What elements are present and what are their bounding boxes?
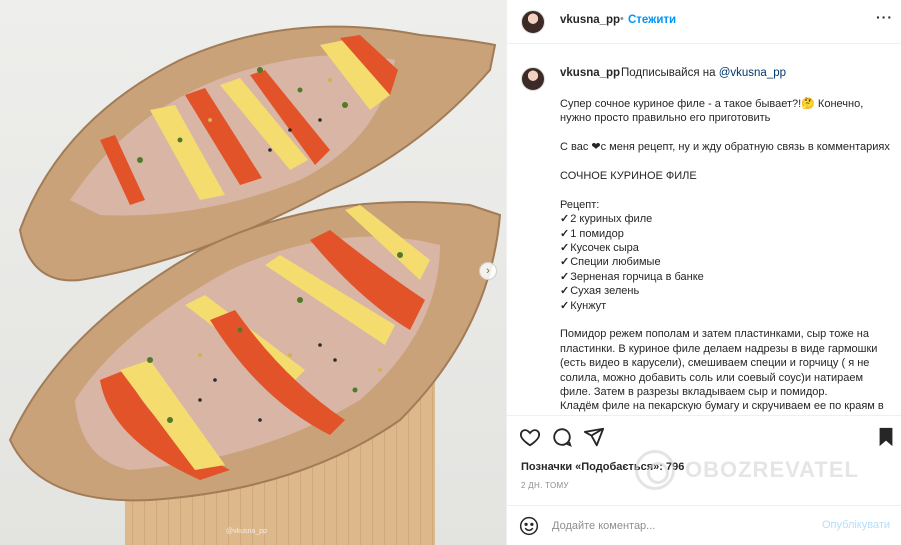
ingredient-list: ✓2 куриных филе ✓1 помидор ✓Кусочек сыра… xyxy=(560,212,895,313)
recipe-label: Рецепт: xyxy=(560,198,600,211)
publish-button[interactable]: Опублікувати xyxy=(822,519,890,531)
check-icon: ✓ xyxy=(560,213,570,226)
check-icon: ✓ xyxy=(560,285,570,298)
ingredient-item: ✓1 помидор xyxy=(560,227,624,240)
post-actions: Позначки «Подобається»: 796 2 ДН. ТОМУ O… xyxy=(507,415,901,505)
comment-bar: Опублікувати xyxy=(507,505,901,545)
chevron-right-icon[interactable]: › xyxy=(479,262,497,280)
subscribe-text: Подписывайся на xyxy=(621,67,719,79)
share-icon[interactable] xyxy=(583,426,605,448)
header-username[interactable]: vkusna_pp xyxy=(560,14,620,26)
comment-input[interactable] xyxy=(552,517,812,535)
ingredient-item: ✓Зерненая горчица в банке xyxy=(560,270,704,283)
check-icon: ✓ xyxy=(560,270,570,283)
recipe-steps-continued: Кладём филе на пекарскую бумагу и скручи… xyxy=(560,400,884,413)
recipe-steps: Помидор режем пополам и затем пластинкам… xyxy=(560,328,878,399)
ingredient-item: ✓2 куриных филе xyxy=(560,213,653,226)
ingredient-item: ✓Специи любимые xyxy=(560,256,661,269)
caption-avatar[interactable] xyxy=(521,67,545,91)
post-date[interactable]: 2 ДН. ТОМУ xyxy=(521,481,569,490)
watermark-text: OBOZREVATEL xyxy=(685,457,859,482)
bookmark-icon[interactable] xyxy=(875,426,897,448)
check-icon: ✓ xyxy=(560,242,570,255)
obozrevatel-watermark: OBOZREVATEL xyxy=(635,450,859,490)
check-icon: ✓ xyxy=(560,227,570,240)
more-options-icon[interactable]: ··· xyxy=(876,9,893,25)
check-icon: ✓ xyxy=(560,256,570,269)
caption-body: Супер сочное куриное филе - а такое быва… xyxy=(560,97,895,414)
emoji-icon[interactable] xyxy=(519,516,539,536)
post-caption: vkusna_pp Подписывайся на @vkusna_pp Суп… xyxy=(507,45,901,415)
post-side-panel: vkusna_pp • Стежити ··· vkusna_pp Подпис… xyxy=(506,0,901,545)
post-header: vkusna_pp • Стежити ··· xyxy=(507,0,901,44)
ingredient-item: ✓Кусочек сыра xyxy=(560,242,639,255)
follow-button[interactable]: Стежити xyxy=(628,14,676,26)
separator-dot: • xyxy=(620,13,624,25)
caption-subscribe-line: Подписывайся на @vkusna_pp xyxy=(621,67,786,79)
ingredient-item: ✓Сухая зелень xyxy=(560,285,640,298)
recipe-title: СОЧНОЕ КУРИНОЕ ФИЛЕ xyxy=(560,170,697,182)
mention-link[interactable]: @vkusna_pp xyxy=(719,67,786,79)
heart-icon[interactable] xyxy=(519,426,541,448)
comment-icon[interactable] xyxy=(551,426,573,448)
food-photo-illustration xyxy=(8,25,502,545)
caption-username[interactable]: vkusna_pp xyxy=(560,67,620,79)
photo-credit: @vkusna_pp xyxy=(226,528,267,535)
post-photo[interactable]: › @vkusna_pp xyxy=(0,0,506,545)
obozrevatel-logo-icon xyxy=(635,450,675,490)
avatar[interactable] xyxy=(521,10,545,34)
ingredient-item: ✓Кунжут xyxy=(560,299,607,312)
caption-share: С вас ❤с меня рецепт, ну и жду обратную … xyxy=(560,141,890,154)
check-icon: ✓ xyxy=(560,299,570,312)
caption-intro: Супер сочное куриное филе - а такое быва… xyxy=(560,98,864,125)
